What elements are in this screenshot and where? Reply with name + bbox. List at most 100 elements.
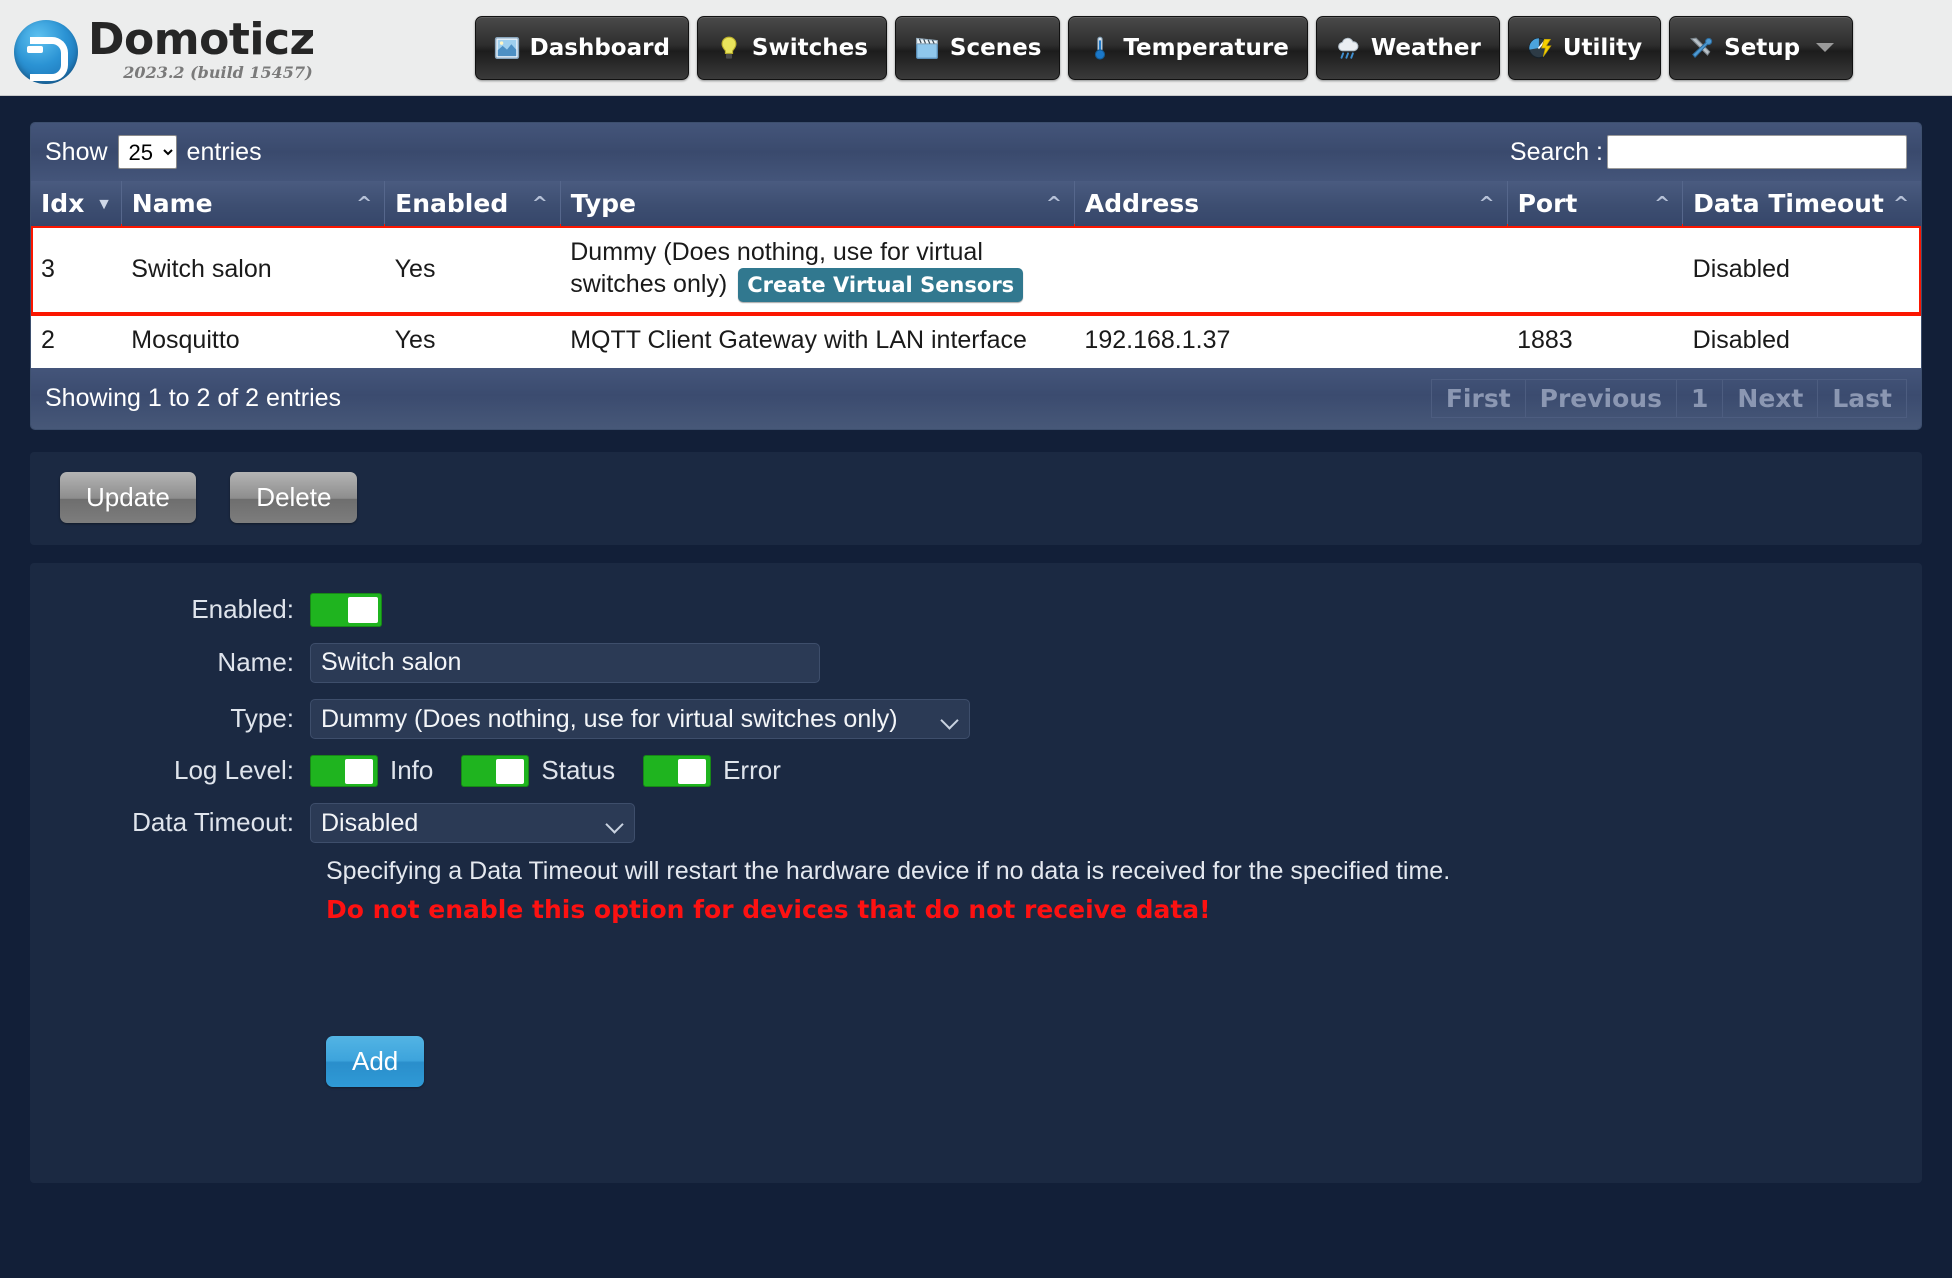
- column-header-name[interactable]: Name ^: [121, 181, 386, 226]
- nav-item-utility[interactable]: Utility: [1507, 15, 1662, 80]
- create-virtual-sensors-button[interactable]: Create Virtual Sensors: [738, 267, 1024, 303]
- table-head: Idx ▾ Name ^ Enabled ^ Type ^ Address ^ …: [31, 181, 1921, 226]
- form-row-enabled: Enabled:: [30, 592, 1922, 627]
- dashboard-icon: [494, 36, 519, 59]
- cell-address: [1074, 226, 1508, 315]
- nav-label: Utility: [1562, 34, 1643, 61]
- pagination-page-1[interactable]: 1: [1675, 378, 1723, 418]
- action-bar: Update Delete: [30, 451, 1922, 545]
- nav-label: Dashboard: [529, 34, 670, 61]
- log-level-status-label: Status: [541, 755, 616, 786]
- lightbulb-icon: [721, 36, 737, 59]
- pagination: First Previous 1 Next Last: [1430, 378, 1907, 418]
- sort-asc-icon: ^: [356, 192, 373, 214]
- nav-label: Weather: [1370, 34, 1481, 61]
- name-label: Name:: [217, 647, 294, 678]
- update-button[interactable]: Update: [60, 471, 196, 523]
- brand-title: Domoticz: [88, 13, 315, 65]
- column-header-idx[interactable]: Idx ▾: [31, 181, 122, 226]
- cell-enabled: Yes: [384, 226, 561, 315]
- nav-label: Scenes: [949, 34, 1042, 61]
- enabled-toggle[interactable]: [310, 592, 382, 627]
- nav-item-weather[interactable]: Weather: [1315, 15, 1500, 80]
- top-bar: Domoticz 2023.2 (build 15457) Dashboard …: [0, 0, 1952, 96]
- nav-item-switches[interactable]: Switches: [696, 15, 887, 80]
- name-input[interactable]: [310, 642, 820, 683]
- sort-asc-icon: ^: [531, 192, 548, 214]
- cell-address: 192.168.1.37: [1074, 314, 1508, 368]
- table-footer: Showing 1 to 2 of 2 entries First Previo…: [31, 367, 1921, 429]
- data-timeout-hints: Specifying a Data Timeout will restart t…: [326, 855, 1922, 924]
- table-header-row: Idx ▾ Name ^ Enabled ^ Type ^ Address ^ …: [31, 181, 1921, 226]
- data-timeout-warning: Do not enable this option for devices th…: [326, 894, 1211, 924]
- sort-asc-icon: ^: [1893, 192, 1909, 214]
- cell-port: [1507, 226, 1683, 315]
- data-timeout-select[interactable]: Disabled: [310, 802, 635, 843]
- main-navigation: Dashboard Switches Scenes Temperature We…: [474, 15, 1854, 80]
- hardware-form-panel: Enabled: Name: Type: Dummy (Does nothing…: [30, 562, 1922, 1183]
- form-row-data-timeout: Data Timeout: Disabled: [30, 802, 1922, 843]
- show-entries-control: Show 25 entries: [45, 135, 262, 169]
- column-header-enabled[interactable]: Enabled ^: [384, 181, 561, 226]
- type-label: Type:: [230, 703, 294, 734]
- pagination-last[interactable]: Last: [1817, 378, 1907, 418]
- show-entries-select[interactable]: 25: [117, 135, 177, 169]
- toggle-knob-icon: [348, 596, 378, 623]
- tools-icon: [1690, 37, 1713, 58]
- search-label: Search :: [1509, 137, 1603, 166]
- clapperboard-icon: [915, 37, 938, 59]
- toggle-knob-icon: [345, 758, 373, 784]
- sort-desc-icon: ▾: [99, 192, 109, 214]
- nav-item-temperature[interactable]: Temperature: [1068, 15, 1308, 80]
- show-entries-suffix: entries: [186, 137, 262, 166]
- column-header-type[interactable]: Type ^: [560, 181, 1075, 226]
- delete-button[interactable]: Delete: [230, 471, 358, 523]
- cell-data-timeout: Disabled: [1682, 226, 1921, 315]
- cell-type: Dummy (Does nothing, use for virtual swi…: [560, 226, 1075, 315]
- data-timeout-hint: Specifying a Data Timeout will restart t…: [326, 856, 1451, 885]
- type-select-wrap: Dummy (Does nothing, use for virtual swi…: [310, 698, 970, 739]
- hardware-table-panel: Show 25 entries Search : Idx ▾ Name ^ En…: [30, 122, 1922, 430]
- table-row[interactable]: 3 Switch salon Yes Dummy (Does nothing, …: [31, 223, 1921, 317]
- toggle-knob-icon: [496, 758, 525, 784]
- column-header-data-timeout[interactable]: Data Timeout ^: [1682, 181, 1921, 226]
- nav-item-scenes[interactable]: Scenes: [894, 15, 1061, 80]
- thermometer-icon: [1095, 36, 1106, 60]
- log-level-error-toggle[interactable]: [643, 754, 712, 787]
- pagination-previous[interactable]: Previous: [1524, 378, 1676, 418]
- log-level-info-label: Info: [390, 755, 434, 786]
- log-level-info-toggle[interactable]: [310, 754, 378, 787]
- log-level-status-toggle[interactable]: [461, 754, 530, 787]
- column-header-address[interactable]: Address ^: [1074, 181, 1508, 226]
- cell-idx: 3: [31, 226, 122, 315]
- pagination-first[interactable]: First: [1430, 378, 1525, 418]
- gauge-icon: [1528, 37, 1552, 58]
- table-row[interactable]: 2 Mosquitto Yes MQTT Client Gateway with…: [31, 314, 1921, 368]
- type-select[interactable]: Dummy (Does nothing, use for virtual swi…: [310, 698, 970, 739]
- search-input[interactable]: [1607, 135, 1907, 169]
- domoticz-logo-icon: [14, 19, 78, 84]
- chevron-down-icon: [1816, 43, 1835, 52]
- add-button[interactable]: Add: [326, 1035, 425, 1087]
- data-timeout-label: Data Timeout:: [132, 807, 294, 838]
- pagination-next[interactable]: Next: [1722, 378, 1818, 418]
- brand-version: 2023.2 (build 15457): [123, 62, 313, 82]
- brand: Domoticz 2023.2 (build 15457): [0, 12, 315, 84]
- sort-asc-icon: ^: [1046, 192, 1062, 214]
- cell-enabled: Yes: [384, 314, 561, 368]
- column-header-port[interactable]: Port ^: [1507, 181, 1684, 226]
- sort-asc-icon: ^: [1654, 192, 1671, 214]
- page-body: Show 25 entries Search : Idx ▾ Name ^ En…: [0, 122, 1952, 1183]
- toggle-knob-icon: [678, 758, 707, 784]
- nav-item-setup[interactable]: Setup: [1669, 15, 1854, 80]
- form-row-name: Name:: [30, 642, 1922, 683]
- show-entries-prefix: Show: [45, 137, 108, 166]
- nav-item-dashboard[interactable]: Dashboard: [474, 15, 689, 80]
- cell-port: 1883: [1507, 314, 1683, 368]
- cloud-rain-icon: [1337, 37, 1359, 59]
- log-level-label: Log Level:: [174, 755, 294, 786]
- cell-idx: 2: [31, 314, 122, 368]
- table-body: 3 Switch salon Yes Dummy (Does nothing, …: [31, 223, 1921, 368]
- search-control: Search :: [1510, 135, 1907, 169]
- table-info: Showing 1 to 2 of 2 entries: [45, 383, 342, 412]
